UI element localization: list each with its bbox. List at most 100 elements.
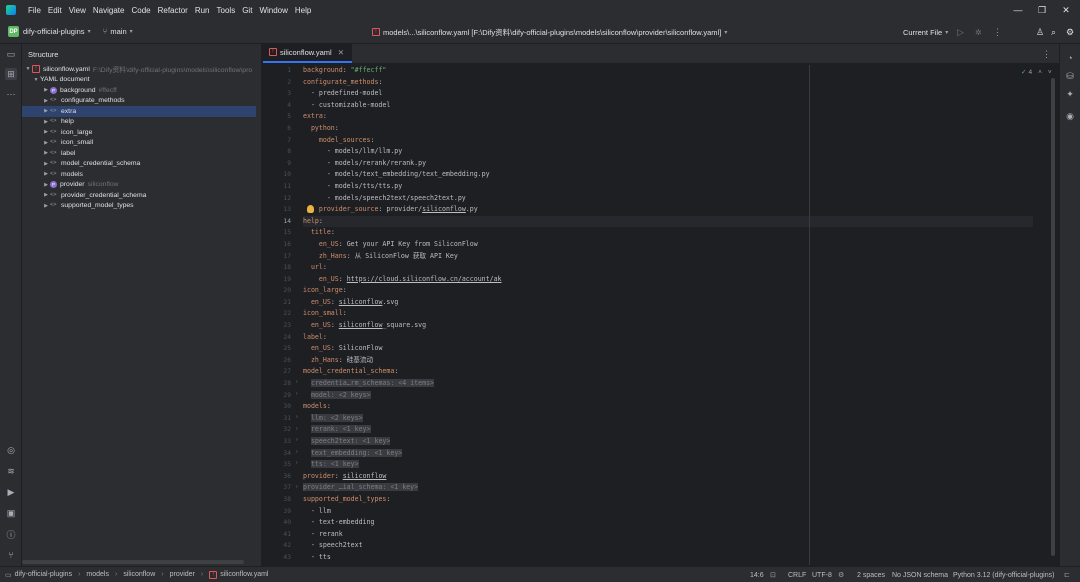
tree-item-extra[interactable]: ▶ <> extra [22,106,256,117]
fold-chevron-icon[interactable]: › [296,437,298,443]
line-number[interactable]: 7 [263,135,301,147]
menu-window[interactable]: Window [259,6,287,15]
restore-icon[interactable]: ❐ [1030,0,1054,20]
ai-assistant-icon[interactable]: ✦ [1064,88,1076,100]
more-tools-icon[interactable]: ⋯ [5,88,17,100]
line-number[interactable]: 23 [263,320,301,332]
line-number[interactable]: 6 [263,123,301,135]
line-number[interactable]: 39 [263,506,301,518]
tree-item-label-node[interactable]: ▶ <> label [22,148,261,159]
more-tabs-icon[interactable]: ⋮ [1042,49,1051,60]
line-number[interactable]: 24 [263,332,301,344]
caret-position[interactable]: 14:6 [750,567,764,582]
line-number[interactable]: 2 [263,77,301,89]
line-number[interactable]: 14 [263,216,301,228]
breadcrumb-item[interactable]: dify-official-plugins [15,571,72,578]
line-number[interactable]: 30 [263,401,301,413]
tree-item-provider[interactable]: ▶ P provider siliconflow [22,180,261,191]
git-icon[interactable]: ⑂ [5,549,17,561]
branch-selector[interactable]: ⑂ main ▾ [103,27,133,36]
sciview-icon[interactable]: ◉ [1064,110,1076,122]
line-number[interactable]: 10 [263,169,301,181]
line-number[interactable]: 41 [263,529,301,541]
chevron-right-icon[interactable]: ▶ [42,161,50,167]
fold-chevron-icon[interactable]: › [296,484,298,490]
line-number[interactable]: 1 [263,65,301,77]
python-packages-icon[interactable]: ◎ [5,444,17,456]
minimize-icon[interactable]: — [1006,0,1030,20]
chevron-right-icon[interactable]: ▶ [42,203,50,209]
project-badge[interactable]: DP [8,26,19,37]
search-icon[interactable]: ⌕ [1051,20,1056,44]
close-tab-icon[interactable]: ✕ [338,48,344,57]
code-content[interactable]: background: "#ffecff" configurate_method… [303,65,1033,564]
project-folder-icon[interactable]: ▭ [5,48,17,60]
line-number[interactable]: 9 [263,158,301,170]
menu-git[interactable]: Git [242,6,252,15]
line-number[interactable]: 13 [263,204,301,216]
chevron-up-icon[interactable]: ˄ [1038,69,1042,76]
chevron-right-icon[interactable]: ▶ [42,140,50,146]
tree-item-configurate-methods[interactable]: ▶ <> configurate_methods [22,96,261,107]
breadcrumb-item[interactable]: models [86,571,109,578]
menu-refactor[interactable]: Refactor [158,6,188,15]
breadcrumb-item[interactable]: provider [170,571,195,578]
tree-item-background[interactable]: ▶ P background #ffecff [22,85,261,96]
chevron-right-icon[interactable]: ▶ [42,150,50,156]
menu-code[interactable]: Code [131,6,150,15]
fold-chevron-icon[interactable]: › [296,460,298,466]
tab-siliconflow-yaml[interactable]: ! siliconflow.yaml ✕ [263,43,352,63]
line-number[interactable]: 19 [263,274,301,286]
line-number[interactable]: 4 [263,100,301,112]
services-icon[interactable]: ▶ [5,486,17,498]
problems-icon[interactable]: ⓘ [5,528,17,540]
menu-tools[interactable]: Tools [217,6,236,15]
chevron-right-icon[interactable]: ▶ [42,87,50,93]
breadcrumb-item[interactable]: siliconflow.yaml [220,571,268,578]
terminal-icon[interactable]: ▣ [5,507,17,519]
chevron-right-icon[interactable]: ▶ [42,171,50,177]
menu-edit[interactable]: Edit [48,6,62,15]
fold-chevron-icon[interactable]: › [296,391,298,397]
line-number[interactable]: 17 [263,251,301,263]
app-logo-icon[interactable] [6,5,16,15]
fold-chevron-icon[interactable]: › [296,449,298,455]
line-number[interactable]: 25 [263,343,301,355]
database-icon[interactable]: ⛁ [1064,70,1076,82]
run-icon[interactable]: ▷ [957,20,964,44]
indent-setting[interactable]: 2 spaces [857,567,885,582]
file-encoding[interactable]: UTF-8 [812,567,832,582]
menu-run[interactable]: Run [195,6,210,15]
line-number[interactable]: 26 [263,355,301,367]
tree-item-supported-model-types[interactable]: ▶ <> supported_model_types [22,201,261,212]
tree-item-help[interactable]: ▶ <> help [22,117,261,128]
menu-help[interactable]: Help [295,6,311,15]
more-actions-icon[interactable]: ⋮ [993,20,1002,44]
line-number[interactable]: 38 [263,494,301,506]
tree-item-models[interactable]: ▶ <> models [22,169,261,180]
horizontal-scrollbar[interactable] [22,560,244,564]
readonly-icon[interactable]: ⊡ [770,567,776,582]
line-number[interactable]: 22 [263,308,301,320]
menu-navigate[interactable]: Navigate [93,6,125,15]
line-number[interactable]: 8 [263,146,301,158]
run-config-selector[interactable]: Current File ▾ [903,20,948,44]
line-number[interactable]: 12 [263,193,301,205]
menu-file[interactable]: File [28,6,41,15]
tree-item-model-credential-schema[interactable]: ▶ <> model_credential_schema [22,159,261,170]
close-window-icon[interactable]: ✕ [1054,0,1078,20]
line-number[interactable]: 36 [263,471,301,483]
fold-chevron-icon[interactable]: › [296,414,298,420]
menu-view[interactable]: View [69,6,86,15]
line-number[interactable]: 11 [263,181,301,193]
layers-icon[interactable]: ≋ [5,465,17,477]
vertical-scrollbar[interactable] [1051,78,1055,556]
chevron-down-icon[interactable]: ▼ [24,66,32,72]
tree-yaml-document[interactable]: ▼ YAML document [22,75,261,86]
json-schema-selector[interactable]: No JSON schema [892,567,948,582]
tree-item-icon-small[interactable]: ▶ <> icon_small [22,138,261,149]
line-number[interactable]: 5 [263,111,301,123]
line-number[interactable]: 43 [263,552,301,564]
chevron-right-icon[interactable]: ▶ [42,98,50,104]
line-number[interactable]: 3 [263,88,301,100]
